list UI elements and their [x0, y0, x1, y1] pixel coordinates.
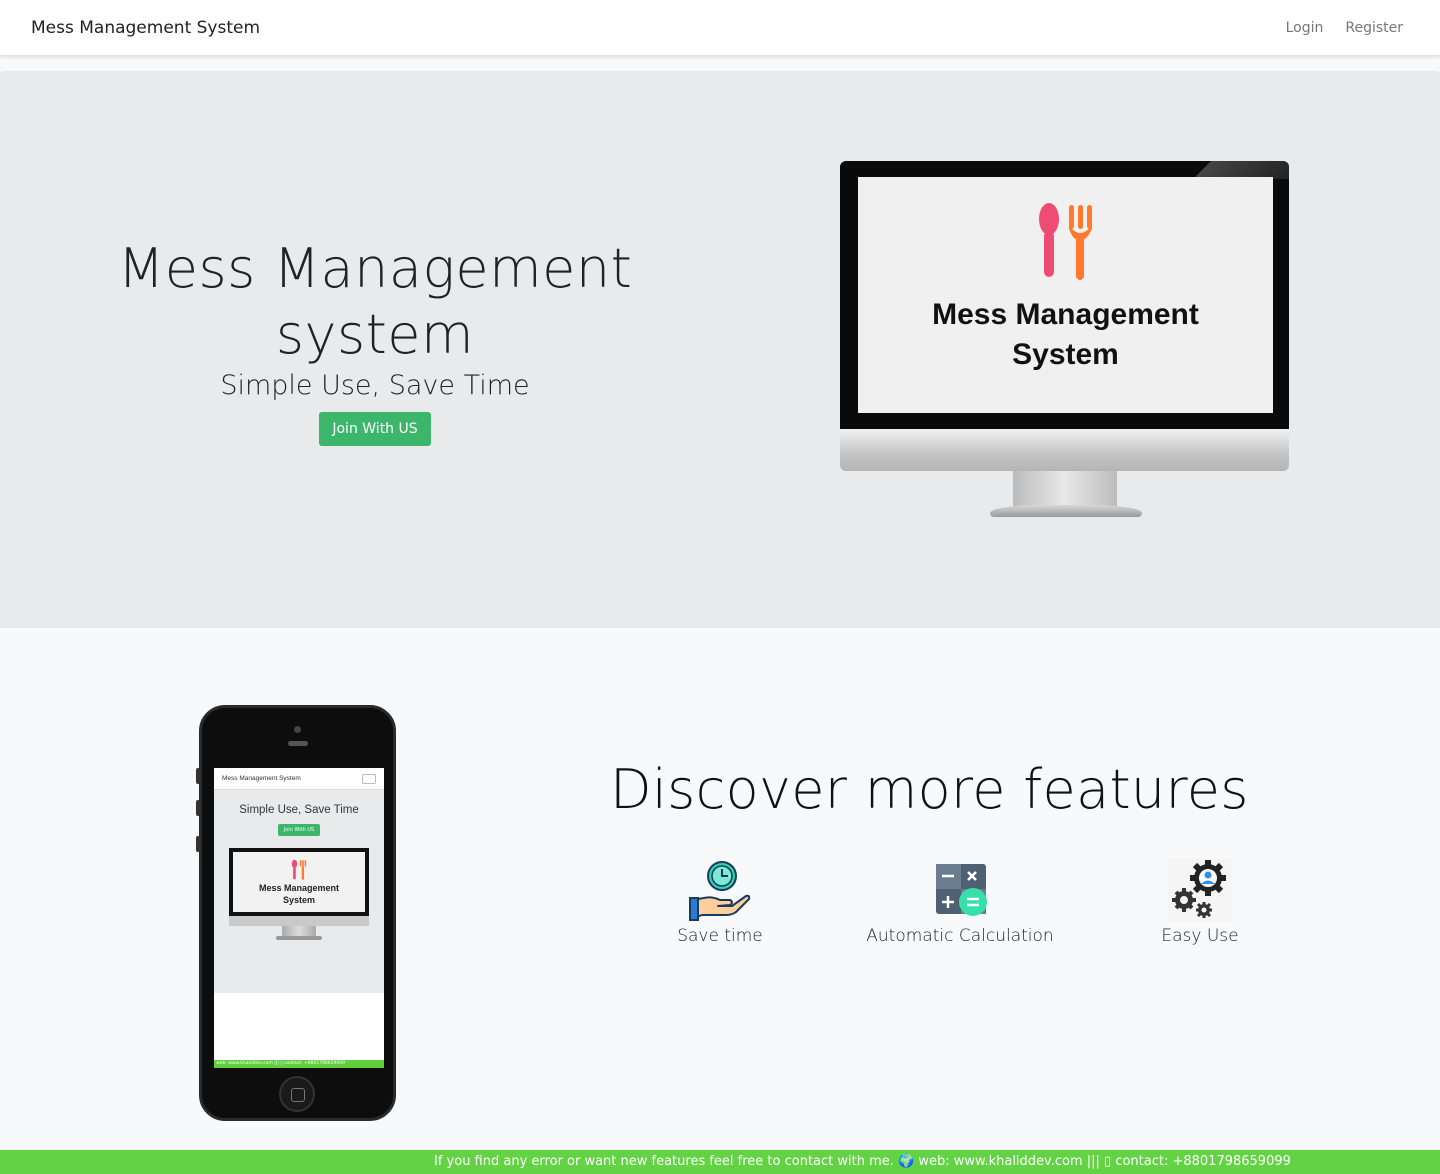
phone-hero: Simple Use, Save Time Join With US Mess … — [214, 790, 384, 993]
phone-camera — [294, 726, 301, 733]
monitor-chin — [840, 429, 1289, 471]
phone-home-button — [279, 1076, 315, 1112]
join-button[interactable]: Join With US — [319, 412, 431, 446]
features-heading: Discover more features — [610, 758, 1249, 821]
navbar: Mess Management System Login Register — [0, 0, 1440, 55]
feature-easy-use: Easy Use — [1100, 858, 1300, 946]
brand-link[interactable]: Mess Management System — [31, 18, 260, 38]
phone-side-button — [196, 768, 200, 784]
phone-subtitle: Simple Use, Save Time — [239, 804, 359, 816]
phone-screen: Mess Management System Simple Use, Save … — [214, 768, 384, 1068]
hero-title-line1: Mess Management — [117, 237, 633, 300]
feature-label: Automatic Calculation — [866, 926, 1054, 946]
phone-monitor-screen: Mess Management System — [233, 852, 365, 912]
phone-monitor: Mess Management System — [229, 848, 369, 916]
feature-label: Save time — [677, 926, 763, 946]
monitor-illustration: Mess Management System — [840, 161, 1289, 541]
feature-label: Easy Use — [1161, 926, 1239, 946]
monitor-title-line1: Mess Management — [932, 298, 1199, 331]
calculator-icon — [936, 864, 987, 916]
phone-footer: web: www.khaliddev.com ||| ▯ contact: +8… — [214, 1060, 384, 1068]
phone-monitor-title: Mess Management System — [259, 882, 339, 906]
monitor-screen: Mess Management System — [858, 177, 1273, 413]
gears-user-icon — [1168, 858, 1232, 922]
phone-side-button — [196, 836, 200, 852]
phone-monitor-base — [276, 936, 322, 940]
spoon-fork-icon — [1038, 203, 1092, 280]
monitor-neck — [1013, 471, 1117, 509]
hero-subtitle: Simple Use, Save Time — [220, 370, 530, 401]
login-link[interactable]: Login — [1286, 20, 1330, 36]
feature-save-time: Save time — [620, 858, 820, 946]
footer-text: If you find any error or want new featur… — [434, 1154, 1291, 1169]
phone-monitor-title-line1: Mess Management — [258, 883, 340, 893]
monitor-title-line2: System — [1012, 338, 1119, 371]
nav-links: Login Register — [1286, 20, 1409, 36]
hero-text: Mess Management system Simple Use, Save … — [80, 236, 670, 446]
footer: If you find any error or want new featur… — [0, 1150, 1440, 1174]
hero-title-line2: system — [275, 303, 475, 366]
phone-join-button: Join With US — [277, 824, 321, 836]
hamburger-icon — [362, 773, 376, 784]
spoon-fork-icon — [291, 859, 307, 880]
feature-automatic-calculation: Automatic Calculation — [860, 858, 1060, 946]
phone-monitor-stand — [282, 926, 316, 936]
register-link[interactable]: Register — [1345, 20, 1409, 36]
phone-navbar: Mess Management System — [214, 768, 384, 790]
phone-monitor-chin — [229, 916, 369, 926]
monitor-base — [990, 505, 1142, 517]
phone-illustration: Mess Management System Simple Use, Save … — [196, 705, 396, 1121]
phone-monitor-title-line2: System — [282, 895, 316, 905]
monitor-frame: Mess Management System — [840, 161, 1289, 429]
phone-brand: Mess Management System — [222, 775, 301, 782]
phone-speaker — [288, 741, 308, 746]
hero-title: Mess Management system — [80, 236, 670, 368]
hero-section: Mess Management system Simple Use, Save … — [0, 71, 1440, 628]
phone-side-button — [196, 800, 200, 816]
clock-hand-icon — [689, 861, 751, 921]
monitor-logo-title: Mess Management System — [932, 295, 1199, 375]
